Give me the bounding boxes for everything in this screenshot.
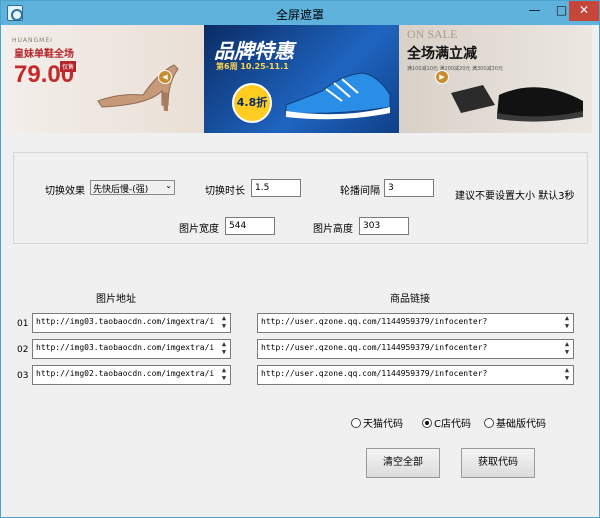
- effect-label: 切换效果: [45, 186, 85, 197]
- banner-date: 第6周 10.25-11.1: [216, 62, 289, 71]
- interval-input[interactable]: 3: [384, 179, 434, 197]
- product-link-input-1[interactable]: http://user.qzone.qq.com/1144959379/info…: [257, 313, 574, 333]
- product-link-header: 商品链接: [390, 294, 430, 305]
- radio-tmall[interactable]: 天猫代码: [351, 415, 403, 430]
- duration-label: 切换时长: [205, 186, 245, 197]
- chevron-down-icon: ⌄: [165, 181, 172, 190]
- radio-selected-icon: [422, 418, 432, 428]
- scroll-arrows-icon[interactable]: ▲ ▼: [561, 340, 573, 358]
- banner-panel-heels: HUANGMEI 皇妹单鞋全场 79.00 仅售 ◀: [8, 25, 204, 133]
- close-button[interactable]: ✕: [569, 1, 599, 21]
- row-number: 02: [17, 345, 29, 355]
- row-number: 01: [17, 319, 29, 329]
- title-bar[interactable]: 全屏遮罩 — □ ✕: [1, 1, 599, 25]
- image-url-input-2[interactable]: http://img03.taobaocdn.com/imgextra/i ▲ ▼: [32, 339, 231, 359]
- window-title: 全屏遮罩: [275, 8, 324, 22]
- duration-input[interactable]: 1.5: [251, 179, 301, 197]
- banner-preview: HUANGMEI 皇妹单鞋全场 79.00 仅售 ◀ 品牌特惠 第6周 10.2…: [8, 25, 592, 133]
- image-url-header: 图片地址: [96, 294, 136, 305]
- scroll-arrows-icon[interactable]: ▲ ▼: [561, 366, 573, 384]
- clear-all-button[interactable]: 清空全部: [366, 448, 440, 478]
- banner-next-icon[interactable]: ◀: [158, 70, 172, 84]
- scroll-arrows-icon[interactable]: ▲ ▼: [561, 314, 573, 332]
- height-label: 图片高度: [313, 224, 353, 235]
- scroll-arrows-icon[interactable]: ▲ ▼: [218, 340, 230, 358]
- scroll-arrows-icon[interactable]: ▲ ▼: [218, 366, 230, 384]
- sneaker-icon: [285, 72, 391, 120]
- banner-headline-2: 全场满立减: [407, 46, 477, 62]
- radio-icon: [484, 418, 494, 428]
- width-label: 图片宽度: [179, 224, 219, 235]
- banner-sale: ON SALE: [407, 27, 458, 41]
- banner-brand: HUANGMEI: [12, 37, 53, 44]
- banner-panel-loafers: ON SALE 全场满立减 满100减10元 满200减20元 满300减30元…: [399, 25, 592, 133]
- minimize-button[interactable]: —: [521, 1, 548, 21]
- width-input[interactable]: 544: [225, 217, 275, 235]
- radio-basic[interactable]: 基础版代码: [484, 415, 546, 430]
- banner-headline: 品牌特惠: [214, 39, 294, 63]
- interval-hint: 建议不要设置大小 默认3秒: [455, 191, 575, 202]
- banner-slogan: 皇妹单鞋全场: [14, 49, 74, 60]
- radio-cshop[interactable]: C店代码: [422, 415, 471, 430]
- radio-icon: [351, 418, 361, 428]
- get-code-button[interactable]: 获取代码: [461, 448, 535, 478]
- app-window: 全屏遮罩 — □ ✕ HUANGMEI 皇妹单鞋全场 79.00 仅售 ◀ 品牌…: [0, 0, 600, 518]
- banner-price-tag: 仅售: [60, 61, 77, 72]
- height-input[interactable]: 303: [359, 217, 409, 235]
- row-number: 03: [17, 371, 29, 381]
- product-link-input-2[interactable]: http://user.qzone.qq.com/1144959379/info…: [257, 339, 574, 359]
- interval-label: 轮播间隔: [340, 186, 380, 197]
- heel-shoe-icon: [97, 64, 179, 111]
- image-url-input-1[interactable]: http://img03.taobaocdn.com/imgextra/i ▲ ▼: [32, 313, 231, 333]
- image-url-input-3[interactable]: http://img02.taobaocdn.com/imgextra/i ▲ ▼: [32, 365, 231, 385]
- banner-prev-icon[interactable]: ▶: [435, 70, 449, 84]
- effect-select[interactable]: 先快后慢-(强) ⌄: [90, 180, 175, 195]
- settings-group: 切换效果 先快后慢-(强) ⌄ 切换时长 1.5 轮播间隔 3 建议不要设置大小…: [13, 152, 588, 244]
- banner-panel-sneakers: 品牌特惠 第6周 10.25-11.1 4.8折: [204, 25, 399, 133]
- discount-badge: 4.8折: [232, 83, 272, 123]
- product-link-input-3[interactable]: http://user.qzone.qq.com/1144959379/info…: [257, 365, 574, 385]
- loafer-icon: [451, 85, 583, 122]
- scroll-arrows-icon[interactable]: ▲ ▼: [218, 314, 230, 332]
